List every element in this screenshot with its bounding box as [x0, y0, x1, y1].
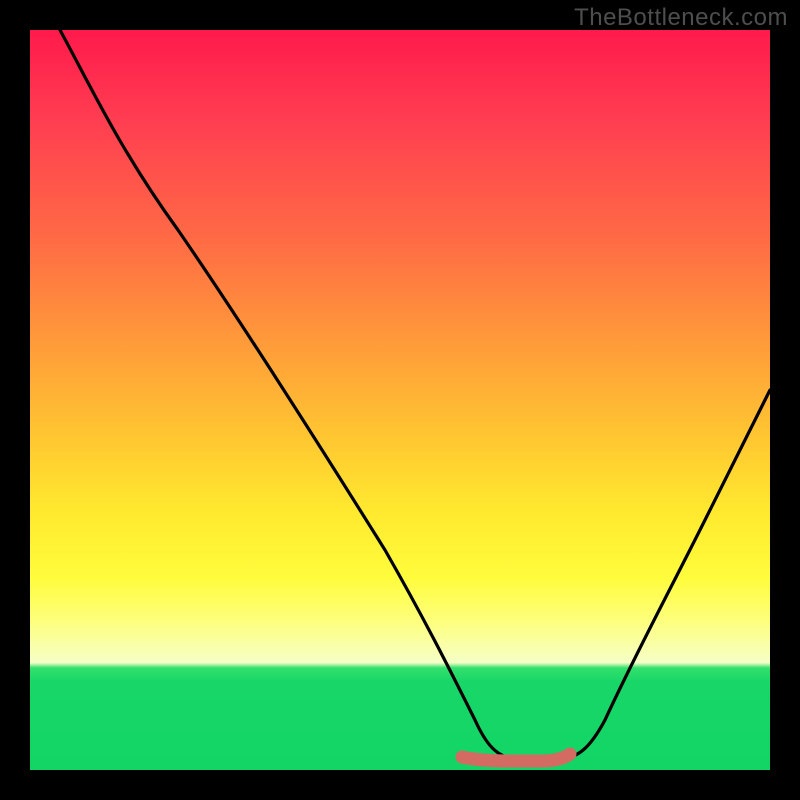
plot-area [30, 30, 770, 770]
flat-highlight [462, 754, 570, 761]
watermark-text: TheBottleneck.com [574, 4, 788, 32]
curve-line [60, 30, 770, 759]
chart-container: TheBottleneck.com [0, 0, 800, 800]
chart-svg [30, 30, 770, 770]
